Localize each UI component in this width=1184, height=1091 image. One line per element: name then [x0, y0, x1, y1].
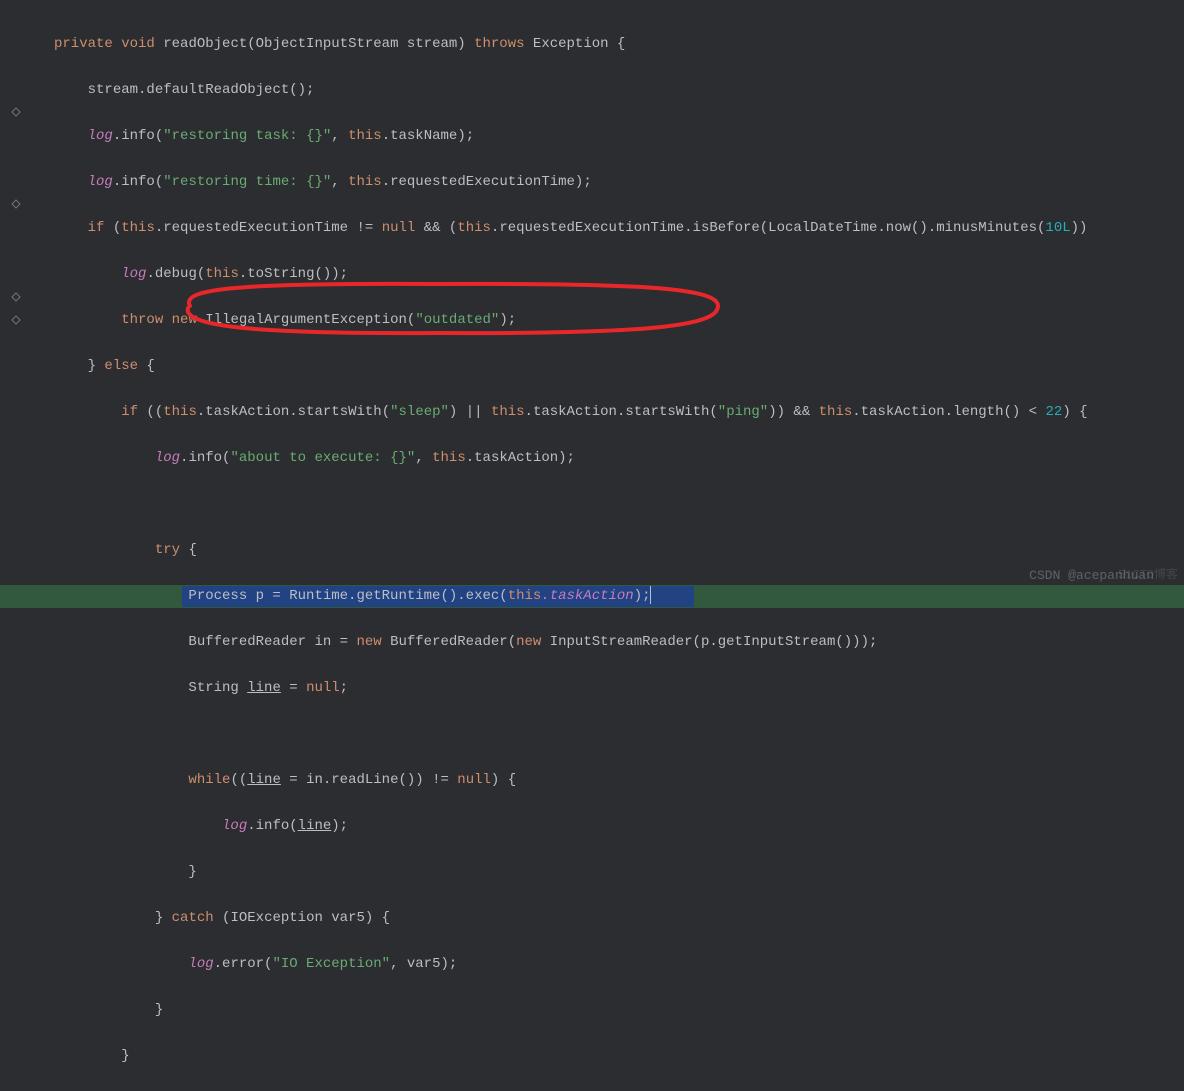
code-line[interactable]: log.debug(this.toString()); [54, 263, 1184, 286]
code-line[interactable]: log.info("restoring task: {}", this.task… [54, 125, 1184, 148]
code-line[interactable]: } else { [54, 355, 1184, 378]
code-line[interactable]: BufferedReader in = new BufferedReader(n… [54, 631, 1184, 654]
code-line[interactable] [54, 723, 1184, 746]
code-line[interactable]: if ((this.taskAction.startsWith("sleep")… [54, 401, 1184, 424]
gutter-hint-icon [8, 312, 24, 328]
editor-gutter [0, 0, 36, 595]
code-line[interactable]: log.info("about to execute: {}", this.ta… [54, 447, 1184, 470]
code-line[interactable]: if (this.requestedExecutionTime != null … [54, 217, 1184, 240]
code-line[interactable]: log.info("restoring time: {}", this.requ… [54, 171, 1184, 194]
gutter-hint-icon [8, 104, 24, 120]
code-line[interactable]: throw new IllegalArgumentException("outd… [54, 309, 1184, 332]
gutter-hint-icon [8, 289, 24, 305]
gutter-hint-icon [8, 196, 24, 212]
code-line[interactable]: log.info(line); [54, 815, 1184, 838]
code-line[interactable] [54, 493, 1184, 516]
code-line[interactable]: } [54, 999, 1184, 1022]
code-line[interactable]: private void readObject(ObjectInputStrea… [54, 33, 1184, 56]
code-line[interactable]: } [54, 1045, 1184, 1068]
watermark: 51CTO博客 [1118, 564, 1178, 587]
code-editor[interactable]: private void readObject(ObjectInputStrea… [36, 0, 1184, 1091]
code-line[interactable]: while((line = in.readLine()) != null) { [54, 769, 1184, 792]
code-line[interactable]: String line = null; [54, 677, 1184, 700]
code-line[interactable]: log.error("IO Exception", var5); [54, 953, 1184, 976]
text-cursor [650, 586, 651, 604]
code-line-highlighted[interactable]: Process p = Runtime.getRuntime().exec(th… [54, 585, 1184, 608]
code-line[interactable]: stream.defaultReadObject(); [54, 79, 1184, 102]
code-line[interactable]: } [54, 861, 1184, 884]
code-line[interactable]: try { [54, 539, 1184, 562]
code-line[interactable]: } catch (IOException var5) { [54, 907, 1184, 930]
